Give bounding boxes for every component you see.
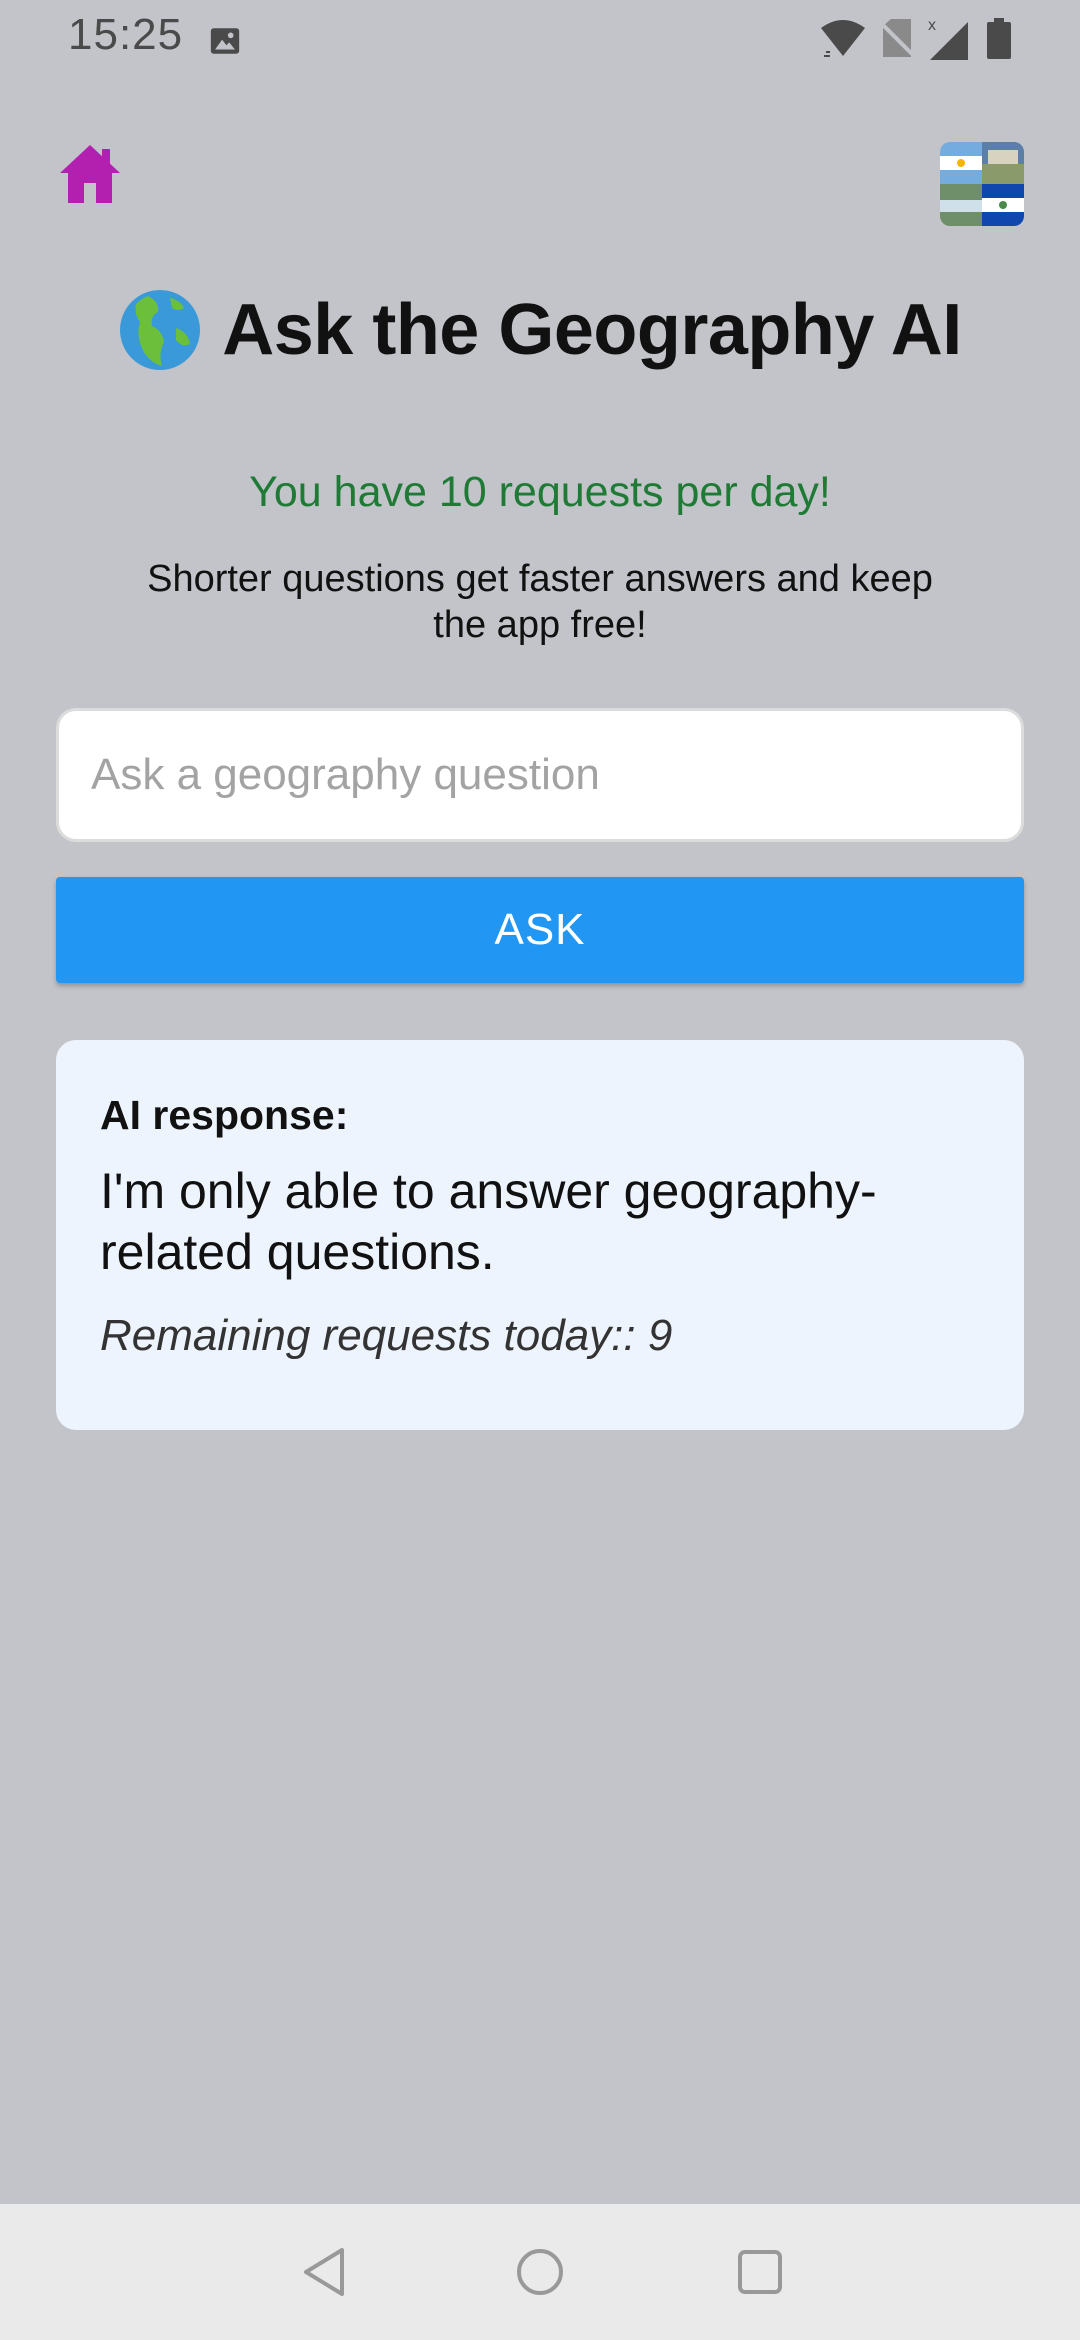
status-time: 15:25 [68,10,184,59]
home-circle-icon [517,2249,563,2295]
ask-button[interactable]: ASK [56,877,1024,983]
wifi-icon [821,20,865,57]
home-nav-button[interactable] [508,2240,572,2304]
recents-button[interactable] [728,2240,792,2304]
status-icons: x [820,18,1012,62]
no-sim-icon [880,19,914,58]
image-icon [210,28,240,54]
status-bar: 15:25 x [0,0,1080,80]
remaining-requests: Remaining requests today:: 9 [100,1311,673,1360]
battery-icon [987,18,1011,59]
tip-text: Shorter questions get faster answers and… [147,558,933,646]
recents-icon [738,2250,782,2294]
home-icon [60,145,120,203]
question-input[interactable] [56,708,1024,842]
response-card: AI response: I'm only able to answer geo… [56,1040,1024,1430]
page-title: Ask the Geography AI [222,290,962,370]
navigation-bar [0,2204,1080,2340]
home-button[interactable] [56,140,124,208]
flag-collage-logo[interactable] [940,142,1024,226]
flag-collage-image [940,142,1024,226]
back-icon [304,2248,344,2296]
svg-text:x: x [928,18,936,34]
signal-icon: x [928,18,968,60]
response-text: I'm only able to answer geography-relate… [100,1163,877,1280]
title-row: Ask the Geography AI [0,288,1080,372]
globe-icon [120,290,201,370]
back-button[interactable] [292,2240,356,2304]
response-label: AI response: [100,1092,349,1138]
daily-limit-text: You have 10 requests per day! [249,468,831,516]
